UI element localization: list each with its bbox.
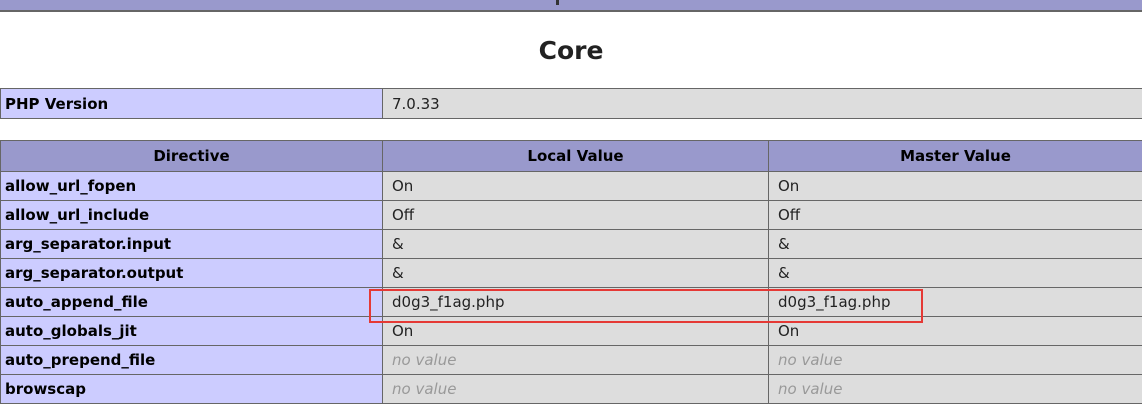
section-title: Core (538, 36, 604, 65)
local-value-text: no value (392, 380, 457, 398)
table-row: arg_separator.output & & (0, 258, 1142, 288)
local-value: no value (382, 374, 769, 404)
directive-name: auto_globals_jit (0, 316, 383, 346)
master-value-text: no value (778, 380, 843, 398)
table-row: allow_url_include Off Off (0, 200, 1142, 230)
master-value-column-header: Master Value (768, 140, 1142, 172)
master-value-text: Off (778, 206, 801, 224)
master-value: & (768, 258, 1142, 288)
clipped-text-fragment (556, 0, 559, 5)
master-value: Off (768, 200, 1142, 230)
table-row: browscap no value no value (0, 374, 1142, 404)
local-value-text: Off (392, 206, 415, 224)
directive-name: browscap (0, 374, 383, 404)
local-value-text: d0g3_f1ag.php (392, 293, 505, 311)
master-value: On (768, 171, 1142, 201)
directive-name: arg_separator.output (0, 258, 383, 288)
directive-column-header: Directive (0, 140, 383, 172)
table-header-row: Directive Local Value Master Value (0, 140, 1142, 172)
local-value-text: no value (392, 351, 457, 369)
local-value: no value (382, 345, 769, 375)
master-value: & (768, 229, 1142, 259)
php-version-text: 7.0.33 (392, 94, 440, 113)
local-value: & (382, 229, 769, 259)
php-version-value: 7.0.33 (382, 88, 1142, 119)
local-value: Off (382, 200, 769, 230)
local-value: d0g3_f1ag.php (382, 287, 769, 317)
master-value-text: no value (778, 351, 843, 369)
master-value: d0g3_f1ag.php (768, 287, 1142, 317)
local-value-text: On (392, 322, 414, 340)
table-row: allow_url_fopen On On (0, 171, 1142, 201)
core-directives-table: Directive Local Value Master Value allow… (0, 140, 1142, 404)
local-value: & (382, 258, 769, 288)
directive-name: allow_url_fopen (0, 171, 383, 201)
directive-name: allow_url_include (0, 200, 383, 230)
master-value-text: & (778, 235, 790, 253)
local-value-text: & (392, 235, 404, 253)
previous-table-edge (0, 0, 1142, 12)
directive-name: auto_prepend_file (0, 345, 383, 375)
directive-name: auto_append_file (0, 287, 383, 317)
table-row: auto_prepend_file no value no value (0, 345, 1142, 375)
local-value: On (382, 316, 769, 346)
master-value-text: d0g3_f1ag.php (778, 293, 891, 311)
directive-name: arg_separator.input (0, 229, 383, 259)
php-version-row: PHP Version 7.0.33 (0, 88, 1142, 119)
local-value-text: & (392, 264, 404, 282)
master-value-text: & (778, 264, 790, 282)
master-value-text: On (778, 322, 800, 340)
table-row: auto_globals_jit On On (0, 316, 1142, 346)
php-version-label: PHP Version (0, 88, 383, 119)
local-value-text: On (392, 177, 414, 195)
master-value-text: On (778, 177, 800, 195)
table-row: arg_separator.input & & (0, 229, 1142, 259)
local-value-column-header: Local Value (382, 140, 769, 172)
php-version-table: PHP Version 7.0.33 (0, 88, 1142, 119)
master-value: no value (768, 374, 1142, 404)
master-value: On (768, 316, 1142, 346)
local-value: On (382, 171, 769, 201)
table-row: auto_append_file d0g3_f1ag.php d0g3_f1ag… (0, 287, 1142, 317)
master-value: no value (768, 345, 1142, 375)
